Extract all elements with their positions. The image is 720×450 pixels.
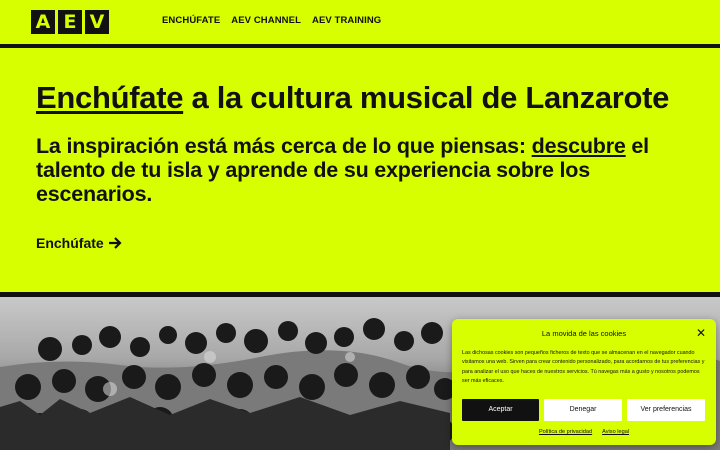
logo-letter-a: A — [31, 10, 55, 34]
logo-letter-v: V — [85, 10, 109, 34]
privacy-policy-link[interactable]: Política de privacidad — [539, 428, 592, 436]
logo-letter-e: E — [58, 10, 82, 34]
header-divider — [0, 44, 720, 48]
nav-item-enchufate[interactable]: ENCHÚFATE — [162, 15, 220, 27]
accept-cookies-button[interactable]: Aceptar — [462, 399, 539, 421]
cta-label: Enchúfate — [36, 235, 104, 251]
hero-subtitle-link[interactable]: descubre — [532, 134, 626, 158]
hero-section: Enchúfate a la cultura musical de Lanzar… — [36, 80, 696, 206]
hero-title-link[interactable]: Enchúfate — [36, 80, 183, 115]
cookie-title: La movida de las cookies — [541, 329, 627, 338]
legal-notice-link[interactable]: Aviso legal — [602, 428, 629, 436]
enchufate-cta-button[interactable]: Enchúfate — [36, 235, 122, 251]
cookie-consent-dialog: La movida de las cookies ✕ Las dichosas … — [452, 319, 716, 445]
arrow-right-icon — [108, 237, 122, 249]
cookie-links: Política de privacidad Aviso legal — [452, 428, 716, 436]
cookie-actions: Aceptar Denegar Ver preferencias — [462, 399, 705, 421]
nav-item-aev-channel[interactable]: AEV CHANNEL — [231, 15, 301, 27]
deny-cookies-button[interactable]: Denegar — [544, 399, 622, 421]
hero-subtitle-text: La inspiración está más cerca de lo que … — [36, 134, 532, 158]
site-header: A E V ENCHÚFATE AEV CHANNEL AEV TRAINING — [0, 0, 720, 44]
aev-logo[interactable]: A E V — [31, 10, 109, 34]
hero-title: Enchúfate a la cultura musical de Lanzar… — [36, 80, 696, 116]
hero-subtitle: La inspiración está más cerca de lo que … — [36, 134, 686, 206]
view-preferences-button[interactable]: Ver preferencias — [627, 399, 705, 421]
main-nav: ENCHÚFATE AEV CHANNEL AEV TRAINING — [162, 15, 381, 27]
cookie-description: Las dichosas cookies son pequeños ficher… — [462, 350, 705, 384]
close-icon[interactable]: ✕ — [696, 327, 706, 339]
hero-title-text: a la cultura musical de Lanzarote — [183, 80, 670, 115]
nav-item-aev-training[interactable]: AEV TRAINING — [312, 15, 381, 27]
